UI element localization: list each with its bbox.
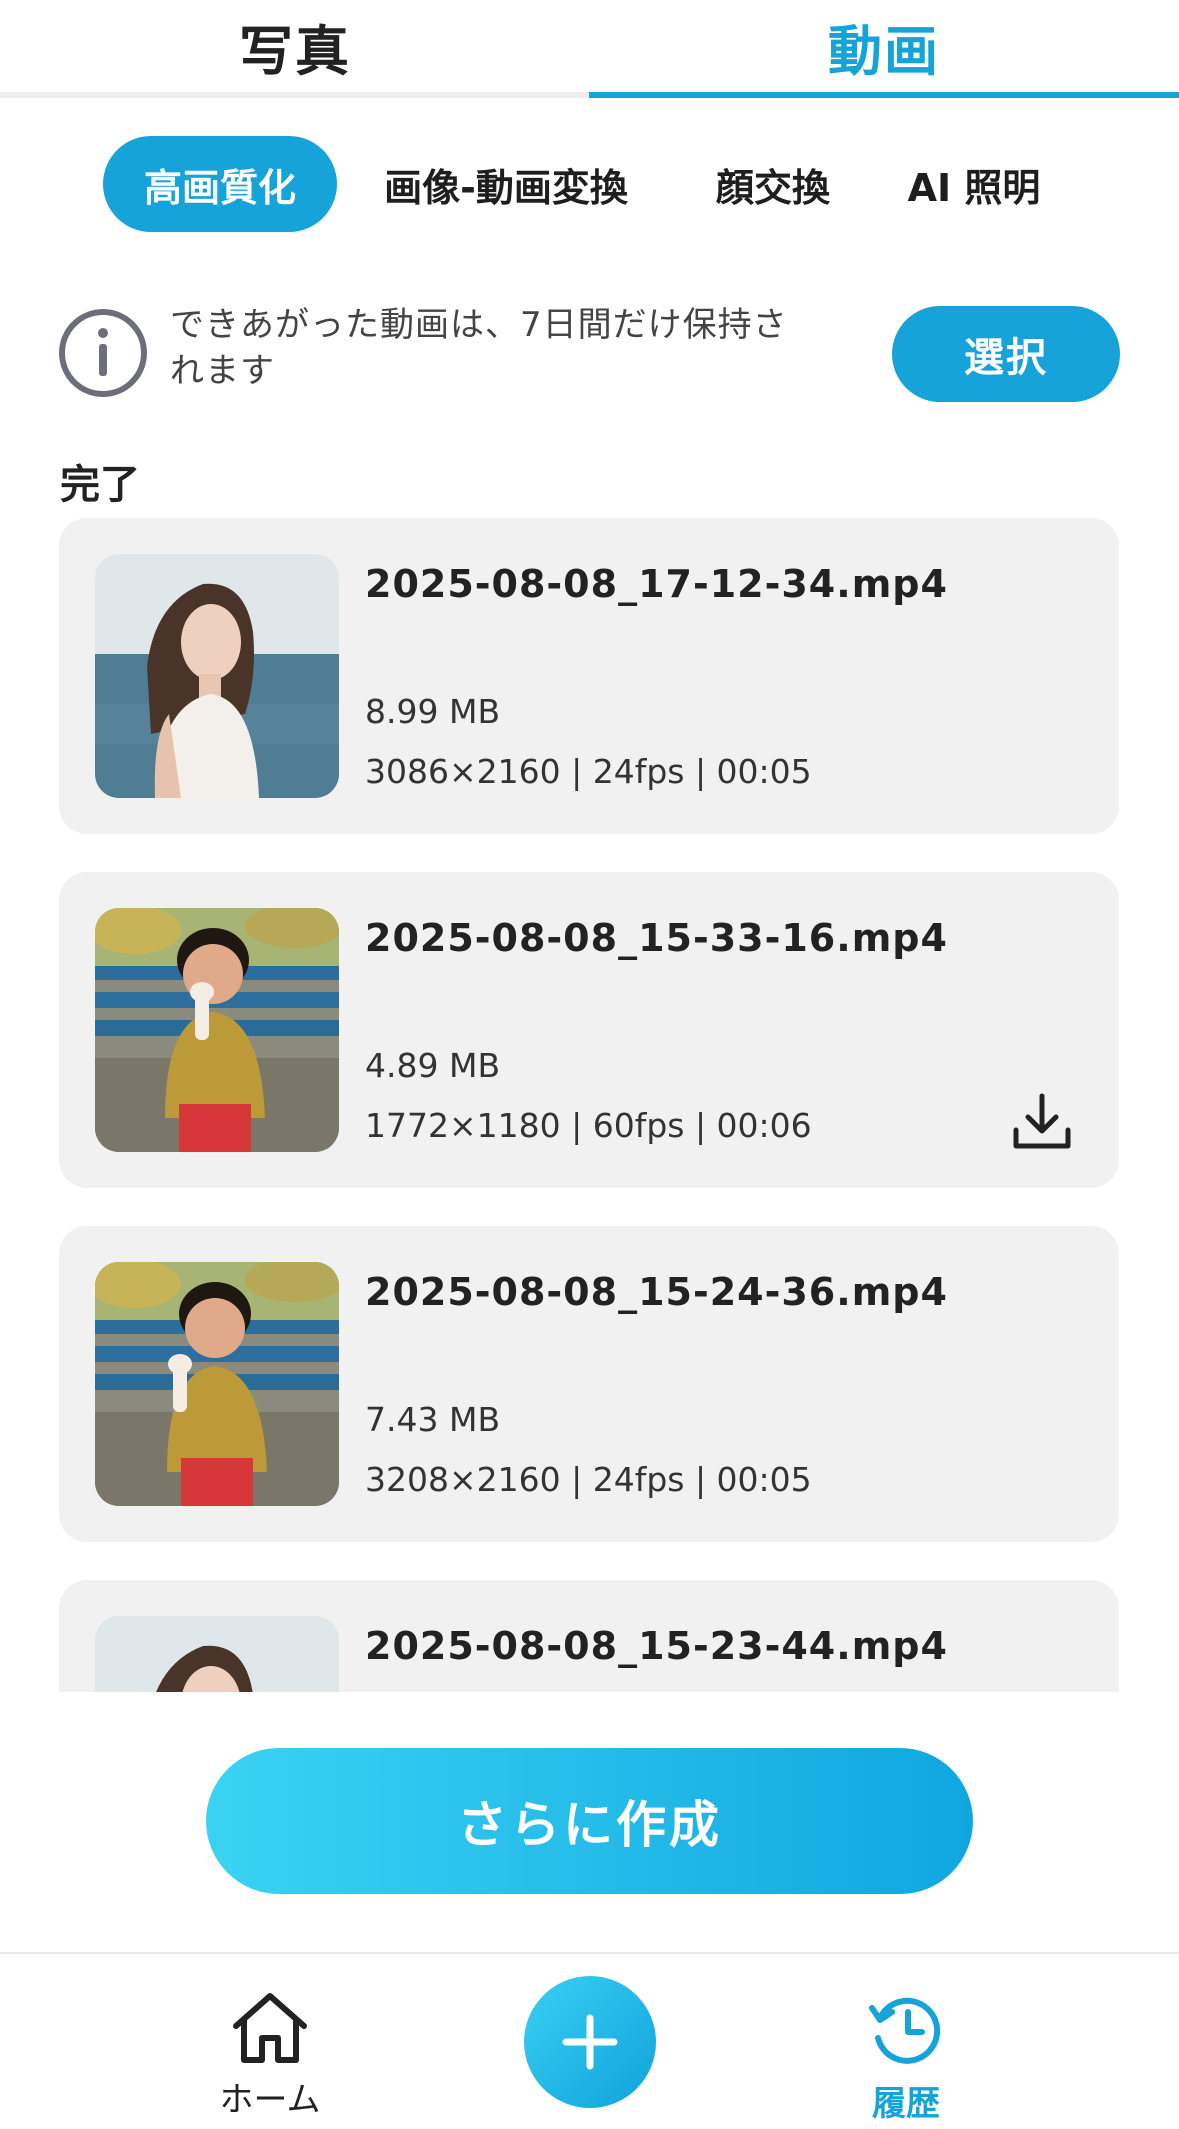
video-file-size: 8.99 MB [365, 692, 501, 731]
video-meta: 3208×2160 | 24fps | 00:05 [365, 1460, 812, 1499]
video-thumbnail [95, 554, 339, 798]
chip-image-to-video[interactable]: 画像-動画変換 [362, 136, 650, 232]
video-filename: 2025-08-08_15-33-16.mp4 [365, 916, 948, 960]
video-filename: 2025-08-08_15-23-44.mp4 [365, 1624, 948, 1668]
bottom-nav: ホーム 履歴 [0, 1952, 1179, 2129]
video-list[interactable]: 2025-08-08_17-12-34.mp4 8.99 MB 3086×216… [0, 518, 1179, 1692]
nav-home-label: ホーム [219, 2080, 321, 2120]
nav-history[interactable]: 履歴 [826, 1990, 986, 2125]
create-fab[interactable] [524, 1976, 656, 2108]
video-meta: 1772×1180 | 60fps | 00:06 [365, 1106, 812, 1145]
nav-history-label: 履歴 [872, 2084, 940, 2124]
video-file-size: 7.43 MB [365, 1400, 501, 1439]
chip-face-swap[interactable]: 顔交換 [694, 136, 852, 232]
section-title-completed: 完了 [60, 462, 140, 508]
video-file-size: 4.89 MB [365, 1046, 501, 1085]
tab-video[interactable]: 動画 [589, 0, 1179, 92]
retention-notice: できあがった動画は、7日間だけ保持されます [170, 305, 788, 391]
top-tab-bar: 写真 動画 [0, 0, 1179, 98]
tab-photo[interactable]: 写真 [0, 0, 590, 92]
download-icon[interactable] [1010, 1090, 1074, 1154]
chip-ai-lighting[interactable]: AI 照明 [894, 136, 1054, 232]
plus-icon [562, 2014, 618, 2070]
info-icon [59, 309, 147, 397]
app-screen: 写真 動画 高画質化 画像-動画変換 顔交換 AI 照明 できあがった動画は、7… [0, 0, 1179, 2129]
video-card[interactable]: 2025-08-08_15-24-36.mp4 7.43 MB 3208×216… [59, 1226, 1119, 1542]
video-card[interactable]: 2025-08-08_17-12-34.mp4 8.99 MB 3086×216… [59, 518, 1119, 834]
tab-active-indicator [589, 92, 1179, 98]
history-icon [869, 1997, 941, 2064]
video-thumbnail [95, 908, 339, 1152]
video-card[interactable]: 2025-08-08_15-33-16.mp4 4.89 MB 1772×118… [59, 872, 1119, 1188]
select-button[interactable]: 選択 [892, 306, 1120, 402]
video-thumbnail [95, 1262, 339, 1506]
home-icon [233, 1993, 307, 2063]
video-thumbnail [95, 1616, 339, 1692]
video-filename: 2025-08-08_17-12-34.mp4 [365, 562, 948, 606]
create-more-button[interactable]: さらに作成 [206, 1748, 973, 1894]
video-filename: 2025-08-08_15-24-36.mp4 [365, 1270, 948, 1314]
video-card[interactable]: 2025-08-08_15-23-44.mp4 [59, 1580, 1119, 1692]
video-meta: 3086×2160 | 24fps | 00:05 [365, 752, 812, 791]
nav-home[interactable]: ホーム [190, 1990, 350, 2121]
chip-enhance[interactable]: 高画質化 [103, 136, 337, 232]
